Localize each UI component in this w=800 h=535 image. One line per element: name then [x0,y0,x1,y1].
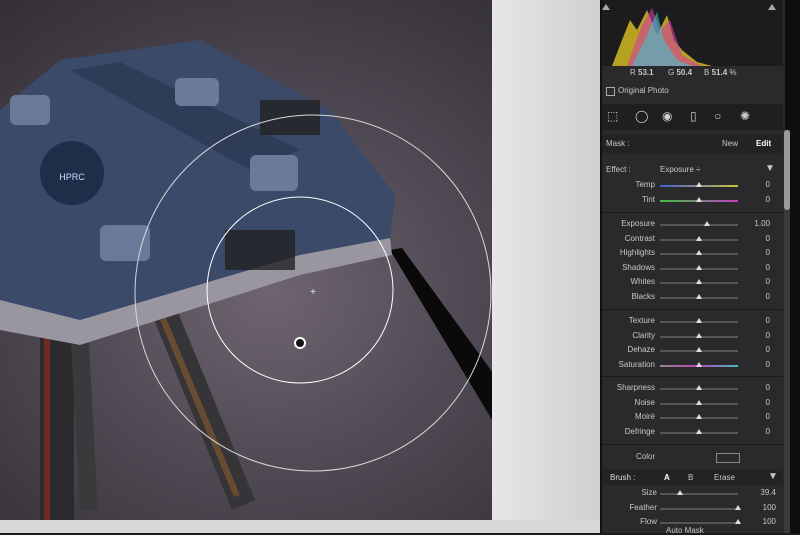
effect-dropdown[interactable]: Exposure ÷ [660,165,700,174]
slider-label-exposure: Exposure [621,219,655,228]
brush-b-tab[interactable]: B [688,473,693,482]
slider-thumb-blacks[interactable] [696,293,702,299]
slider-label-shadows: Shadows [622,262,655,272]
screen-bottom [0,520,600,533]
spot-removal-icon[interactable]: ◯ [635,109,648,123]
mask-new-button[interactable]: New [722,139,738,148]
slider-value-shadows[interactable]: 0 [750,263,770,272]
slider-value-exposure[interactable]: 1.00 [750,219,770,228]
brush-collapse-icon[interactable]: ▼ [768,471,778,482]
slider-track-feather[interactable] [660,507,738,510]
auto-mask-label: Auto Mask [666,526,704,535]
slider-label-blacks: Blacks [631,291,655,301]
slider-label-temp: Temp [635,180,655,189]
slider-label-moiré: Moiré [634,412,655,421]
slider-thumb-temp[interactable] [696,182,702,187]
color-label: Color [636,452,656,461]
histogram [602,0,783,66]
mask-edit-button[interactable]: Edit [756,139,771,148]
slider-value-dehaze[interactable]: 0 [750,345,770,354]
radial-filter-icon[interactable]: ○ [714,109,721,123]
slider-thumb-size[interactable] [676,490,683,495]
slider-value-defringe[interactable]: 0 [750,427,770,436]
slider-thumb-flow[interactable] [735,519,741,524]
slider-value-sharpness[interactable]: 0 [750,383,770,392]
slider-label-contrast: Contrast [624,233,655,243]
original-photo-checkbox[interactable] [606,87,615,96]
slider-thumb-saturation[interactable] [696,361,702,367]
slider-thumb-shadows[interactable] [696,264,702,270]
slider-value-clarity[interactable]: 0 [750,331,770,340]
histogram-r: R 53.1 [630,68,654,77]
slider-label-sharpness: Sharpness [616,383,655,392]
histogram-b: B 51.4 % [704,68,737,77]
slider-thumb-highlights[interactable] [696,250,702,255]
slider-value-tint[interactable]: 0 [750,195,770,204]
slider-track-size[interactable] [660,493,738,495]
slider-thumb-contrast[interactable] [696,235,702,241]
section-divider [602,212,783,213]
slider-thumb-defringe[interactable] [696,428,702,434]
slider-value-texture[interactable]: 0 [750,316,770,325]
brush-erase-tab[interactable]: Erase [714,473,735,482]
slider-label-size: Size [641,488,657,497]
slider-value-contrast[interactable]: 0 [750,234,770,243]
collapse-icon[interactable]: ▼ [765,163,775,174]
histogram-g: G 50.4 [668,68,693,77]
red-eye-icon[interactable]: ◉ [662,109,672,123]
slider-label-defringe: Defringe [624,426,655,436]
slider-thumb-tint[interactable] [696,196,702,202]
slider-label-flow: Flow [640,517,657,526]
slider-value-temp[interactable]: 0 [750,180,770,189]
slider-value-feather[interactable]: 100 [756,503,776,512]
slider-label-saturation: Saturation [618,359,655,369]
slider-label-clarity: Clarity [632,330,655,340]
crosshair-icon: + [310,287,316,298]
graduated-filter-icon[interactable]: ▯ [690,109,697,123]
slider-thumb-noise[interactable] [696,399,702,405]
mask-pin[interactable] [294,337,306,349]
slider-thumb-sharpness[interactable] [696,385,702,390]
slider-thumb-exposure[interactable] [703,221,710,226]
plate-logo: HPRC [59,172,85,182]
mask-label: Mask : [606,139,630,148]
slider-value-size[interactable]: 39.4 [756,488,776,497]
slider-thumb-dehaze[interactable] [696,347,702,352]
slider-label-dehaze: Dehaze [627,345,655,354]
slider-label-texture: Texture [628,316,655,325]
slider-thumb-texture[interactable] [696,318,702,323]
slider-value-whites[interactable]: 0 [750,277,770,286]
slider-thumb-feather[interactable] [735,504,741,510]
slider-thumb-moiré[interactable] [696,414,702,419]
section-divider [602,309,783,310]
brush-tool-icon[interactable]: ✺ [740,109,750,123]
slider-thumb-whites[interactable] [696,279,702,284]
slider-value-noise[interactable]: 0 [750,398,770,407]
slider-track-flow[interactable] [660,522,738,524]
effect-label: Effect : [606,165,631,174]
brush-label: Brush : [610,473,636,482]
slider-value-saturation[interactable]: 0 [750,360,770,369]
section-divider [602,444,783,445]
slider-value-moiré[interactable]: 0 [750,412,770,421]
slider-label-whites: Whites [630,277,655,286]
color-swatch[interactable] [716,453,740,463]
original-photo-label: Original Photo [618,86,669,95]
slider-value-flow[interactable]: 100 [756,517,776,526]
slider-label-highlights: Highlights [619,248,655,257]
brush-a-tab[interactable]: A [664,473,670,482]
crop-tool-icon[interactable]: ⬚ [607,109,618,123]
scrollbar-thumb[interactable] [784,130,790,210]
panel-scrollbar[interactable] [784,130,790,533]
slider-value-blacks[interactable]: 0 [750,292,770,301]
slider-label-noise: Noise [634,397,655,407]
slider-track-exposure[interactable] [660,224,738,226]
slider-label-tint: Tint [641,194,655,204]
screen-bezel [492,0,602,533]
section-divider [602,376,783,377]
slider-label-feather: Feather [629,502,657,512]
slider-value-highlights[interactable]: 0 [750,248,770,257]
slider-thumb-clarity[interactable] [696,332,702,338]
